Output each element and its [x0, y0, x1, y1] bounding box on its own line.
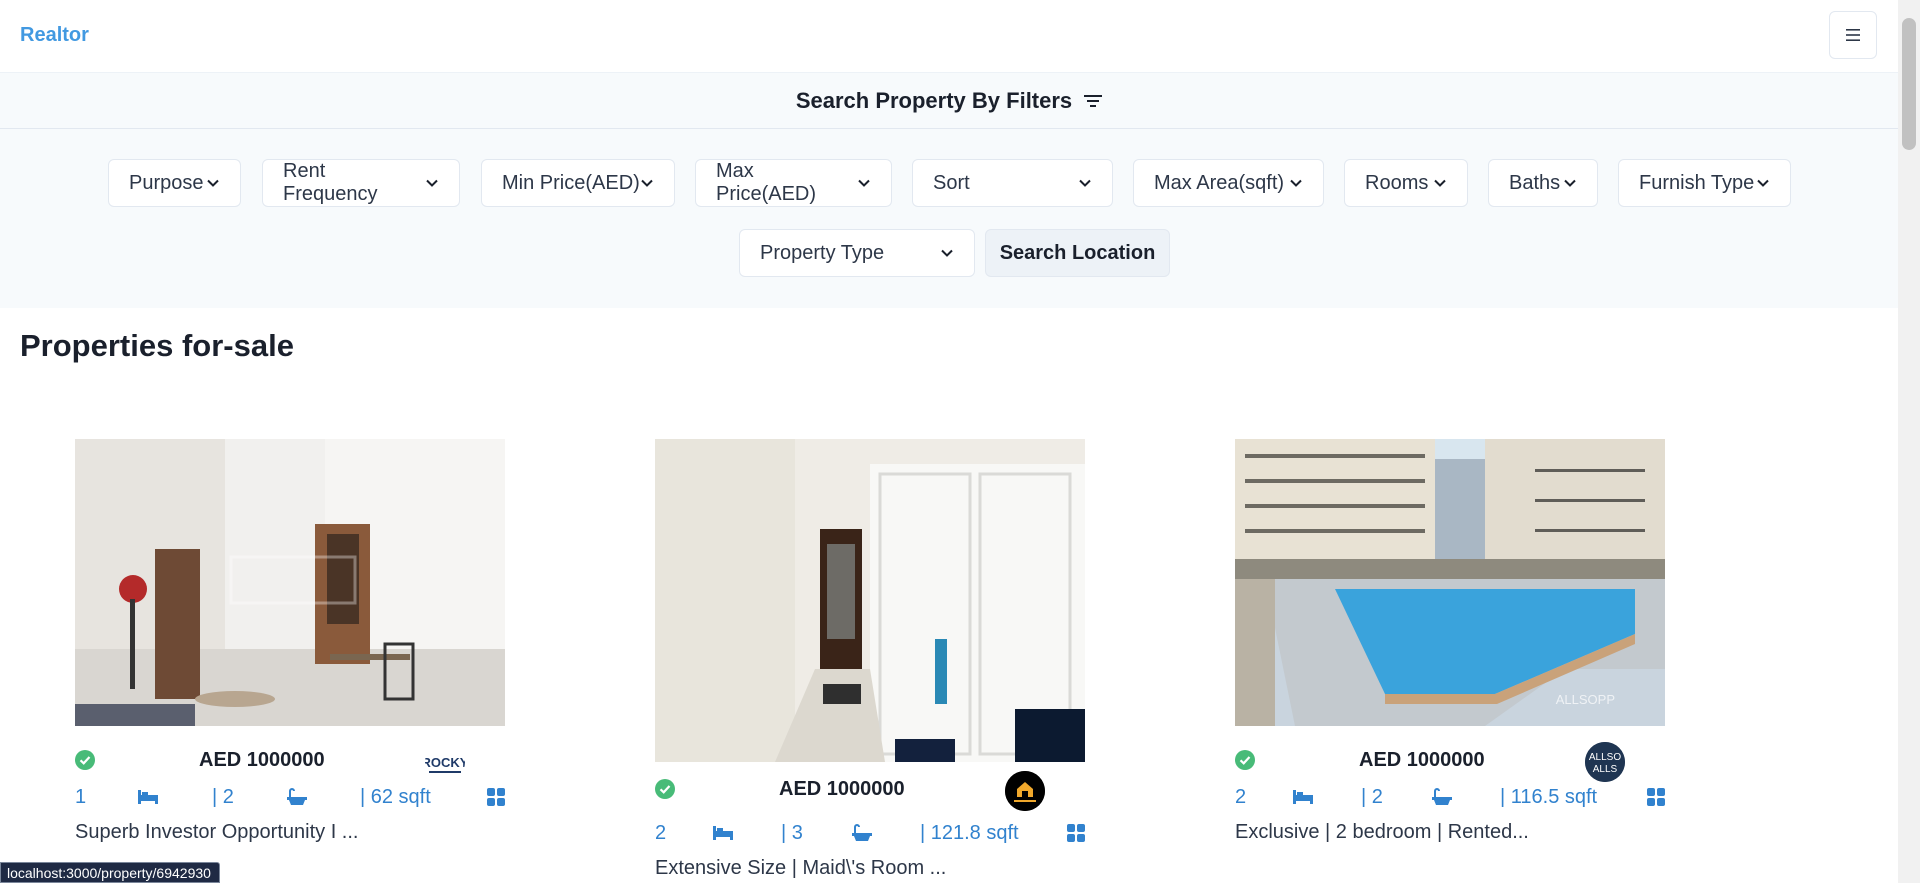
- property-stats: 1 | 2 | 62 sqft: [75, 784, 505, 814]
- property-title: Extensive Size | Maid\'s Room ...: [655, 857, 947, 879]
- chevron-down-icon: [207, 179, 219, 187]
- hamburger-icon: [1846, 29, 1860, 41]
- svg-text:ROCKY: ROCKY: [425, 755, 465, 770]
- property-price: AED 1000000: [779, 778, 905, 800]
- rent-frequency-select[interactable]: Rent Frequency: [262, 159, 460, 207]
- agency-logo: [1005, 771, 1045, 811]
- property-card[interactable]: AED 1000000 2 | 3 | 121.8 sqft Extensive…: [655, 439, 1085, 883]
- baths-count: | 2: [212, 786, 234, 808]
- link-status-bar: localhost:3000/property/6942930: [0, 862, 220, 883]
- min-price-select[interactable]: Min Price(AED): [481, 159, 675, 207]
- rooms-count: 2: [1235, 786, 1247, 808]
- max-price-select[interactable]: Max Price(AED): [695, 159, 892, 207]
- area-size: | 116.5 sqft: [1500, 786, 1598, 808]
- chevron-down-icon: [858, 179, 870, 187]
- baths-count: | 3: [781, 822, 803, 844]
- navbar: Realtor: [0, 0, 1898, 73]
- property-photo[interactable]: [655, 439, 1085, 762]
- chevron-down-icon: [1079, 179, 1091, 187]
- property-photo[interactable]: ALLSOPP: [1235, 439, 1665, 726]
- grid-icon: [487, 788, 505, 806]
- property-card[interactable]: ALLSOPP AED 1000000 ALLSO ALLS 2 | 2 | 1…: [1235, 439, 1665, 849]
- bed-icon: [713, 826, 733, 840]
- scrollbar-thumb[interactable]: [1902, 18, 1916, 150]
- property-photo[interactable]: [75, 439, 505, 726]
- agency-logo: ROCKY: [425, 742, 465, 782]
- svg-text:ALLS: ALLS: [1593, 764, 1618, 775]
- filter-panel-title: Search Property By Filters: [795, 87, 1073, 113]
- verified-check-icon: [1235, 750, 1255, 770]
- bath-icon: [852, 824, 872, 841]
- property-card[interactable]: AED 1000000 ROCKY 1 | 2 | 62 sqft Superb…: [75, 439, 505, 849]
- brand-logo-link[interactable]: Realtor: [20, 24, 89, 47]
- rooms-select[interactable]: Rooms: [1344, 159, 1468, 207]
- sort-select[interactable]: Sort: [912, 159, 1113, 207]
- filter-lines-icon: [1084, 94, 1103, 107]
- property-price: AED 1000000: [1359, 749, 1485, 771]
- chevron-down-icon: [641, 179, 653, 187]
- filter-panel: Search Property By Filters Purpose Rent …: [0, 73, 1898, 308]
- search-location-button[interactable]: Search Location: [985, 229, 1170, 277]
- purpose-select[interactable]: Purpose: [108, 159, 241, 207]
- svg-text:ALLSO: ALLSO: [1589, 752, 1621, 763]
- property-price: AED 1000000: [199, 749, 325, 771]
- agency-logo: ALLSO ALLS: [1585, 742, 1625, 782]
- rooms-count: 2: [655, 822, 667, 844]
- bath-icon: [1432, 788, 1452, 805]
- property-title: Exclusive | 2 bedroom | Rented...: [1235, 821, 1529, 843]
- grid-icon: [1647, 788, 1665, 806]
- chevron-down-icon: [426, 179, 438, 187]
- menu-button[interactable]: [1829, 11, 1877, 59]
- bath-icon: [287, 788, 307, 805]
- filter-panel-header[interactable]: Search Property By Filters: [0, 73, 1898, 129]
- area-size: | 121.8 sqft: [920, 822, 1019, 844]
- svg-text:ALLSOPP: ALLSOPP: [1556, 692, 1615, 707]
- verified-check-icon: [655, 779, 675, 799]
- chevron-down-icon: [1757, 179, 1769, 187]
- property-stats: 2 | 2 | 116.5 sqft: [1235, 784, 1665, 814]
- area-size: | 62 sqft: [360, 786, 431, 808]
- chevron-down-icon: [1434, 179, 1446, 187]
- rooms-count: 1: [75, 786, 87, 808]
- property-title: Superb Investor Opportunity I ...: [75, 821, 359, 843]
- property-type-select[interactable]: Property Type: [739, 229, 975, 277]
- chevron-down-icon: [941, 249, 953, 257]
- bed-icon: [138, 790, 158, 804]
- baths-count: | 2: [1361, 786, 1383, 808]
- bed-icon: [1293, 790, 1313, 804]
- chevron-down-icon: [1290, 179, 1302, 187]
- page-title: Properties for-sale: [20, 328, 294, 363]
- max-area-select[interactable]: Max Area(sqft): [1133, 159, 1324, 207]
- baths-select[interactable]: Baths: [1488, 159, 1598, 207]
- property-stats: 2 | 3 | 121.8 sqft: [655, 820, 1085, 850]
- furnish-type-select[interactable]: Furnish Type: [1618, 159, 1791, 207]
- grid-icon: [1067, 824, 1085, 842]
- verified-check-icon: [75, 750, 95, 770]
- page-scrollbar[interactable]: [1898, 0, 1920, 883]
- chevron-down-icon: [1564, 179, 1576, 187]
